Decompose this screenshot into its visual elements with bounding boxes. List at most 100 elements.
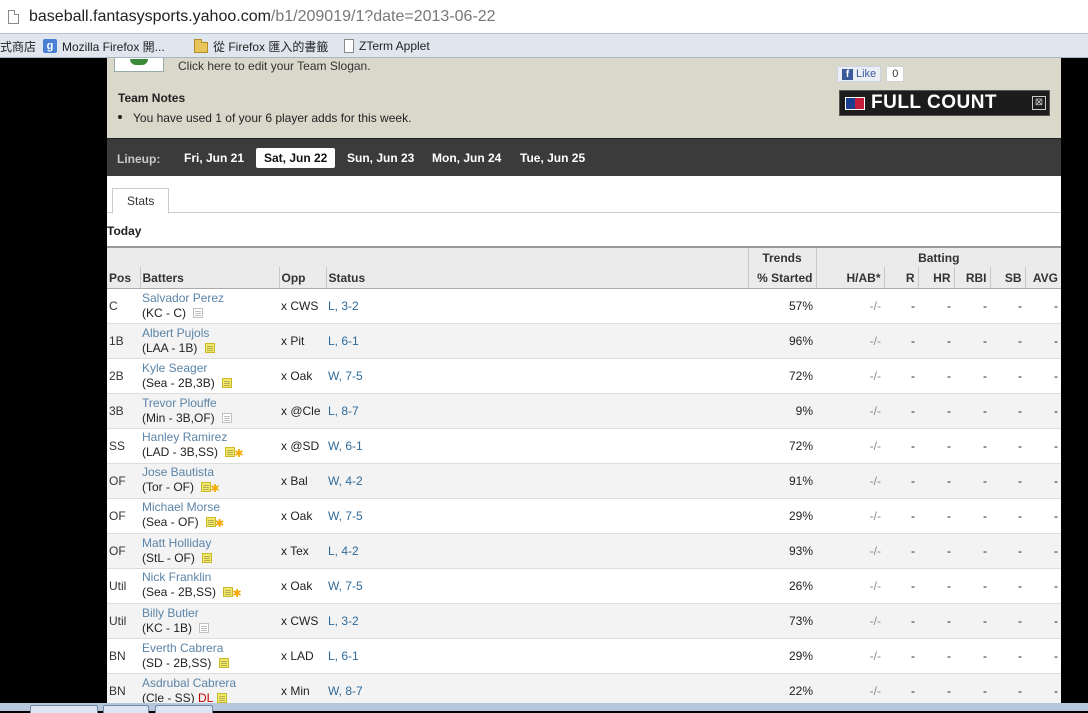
player-name-link[interactable]: Everth Cabrera xyxy=(142,641,223,655)
rbi-cell: - xyxy=(954,602,990,638)
h-ab-cell: -/- xyxy=(816,287,884,323)
game-result-link[interactable]: L, 4-2 xyxy=(328,544,359,558)
player-name-link[interactable]: Kyle Seager xyxy=(142,361,207,375)
player-name-link[interactable]: Michael Morse xyxy=(142,500,220,514)
bookmark-folder-imported[interactable]: 從 Firefox 匯入的書籤 xyxy=(194,37,328,55)
facebook-like-button[interactable]: f Like xyxy=(837,66,882,82)
player-note-icon[interactable] xyxy=(202,553,213,563)
header-rbi[interactable]: RBI xyxy=(954,267,991,289)
player-name-link[interactable]: Salvador Perez xyxy=(142,291,224,305)
close-icon[interactable]: ⊠ xyxy=(1032,96,1046,110)
bookmark-mozilla-firefox[interactable]: g Mozilla Firefox 開... xyxy=(43,37,165,55)
game-result-link[interactable]: W, 6-1 xyxy=(328,439,363,453)
facebook-like-widget: f Like 0 xyxy=(837,66,905,82)
opponent-cell: x Oak xyxy=(279,497,326,533)
lineup-day-tue-jun-25[interactable]: Tue, Jun 25 xyxy=(512,148,593,168)
sb-cell: - xyxy=(990,497,1025,533)
table-body: C Salvador Perez (KC - C) x CWS L, 3-2 57% -/… xyxy=(107,287,1061,703)
game-result-link[interactable]: W, 7-5 xyxy=(328,579,363,593)
player-name-link[interactable]: Jose Bautista xyxy=(142,465,214,479)
taskbar-button[interactable] xyxy=(155,705,213,713)
player-note-icon[interactable] xyxy=(222,413,233,423)
game-result-link[interactable]: L, 3-2 xyxy=(328,614,359,628)
player-note-icon[interactable] xyxy=(201,482,212,492)
full-count-banner[interactable]: FULL COUNT ⊠ xyxy=(839,90,1050,116)
header-hr[interactable]: HR xyxy=(918,267,955,289)
game-result-link[interactable]: W, 8-7 xyxy=(328,684,363,698)
position-cell[interactable]: 3B xyxy=(107,392,140,428)
lineup-day-sun-jun-23[interactable]: Sun, Jun 23 xyxy=(339,148,422,168)
player-cell: Kyle Seager (Sea - 2B,3B) xyxy=(140,357,279,393)
lineup-day-mon-jun-24[interactable]: Mon, Jun 24 xyxy=(424,148,509,168)
position-cell[interactable]: Util xyxy=(107,602,140,638)
header-h-ab[interactable]: H/AB* xyxy=(816,267,885,289)
player-note-icon[interactable] xyxy=(223,587,234,597)
position-cell[interactable]: 1B xyxy=(107,322,140,358)
rbi-cell: - xyxy=(954,357,990,393)
header-sb[interactable]: SB xyxy=(990,267,1026,289)
lineup-date-bar: Lineup: Fri, Jun 21 Sat, Jun 22 Sun, Jun… xyxy=(107,138,1061,176)
player-note-icon[interactable] xyxy=(204,343,215,353)
player-note-icon[interactable] xyxy=(225,447,236,457)
game-result-link[interactable]: L, 6-1 xyxy=(328,649,359,663)
player-team-position: (LAD - 3B,SS) xyxy=(142,445,219,459)
lineup-day-fri-jun-21[interactable]: Fri, Jun 21 xyxy=(176,148,252,168)
header-status[interactable]: Status xyxy=(326,267,749,289)
player-note-icon[interactable] xyxy=(217,693,228,703)
sb-cell: - xyxy=(990,567,1025,603)
header-percent-started[interactable]: % Started xyxy=(748,267,817,289)
taskbar-button[interactable] xyxy=(103,705,149,713)
position-cell[interactable]: Util xyxy=(107,567,140,603)
bookmark-zterm-applet[interactable]: ZTerm Applet xyxy=(344,37,430,55)
position-cell[interactable]: BN xyxy=(107,672,140,703)
game-result-link[interactable]: W, 7-5 xyxy=(328,369,363,383)
player-cell: Nick Franklin (Sea - 2B,SS) ✱ xyxy=(140,567,279,603)
position-cell[interactable]: 2B xyxy=(107,357,140,393)
r-cell: - xyxy=(884,322,918,358)
player-note-icon[interactable] xyxy=(199,623,210,633)
player-name-link[interactable]: Nick Franklin xyxy=(142,570,211,584)
position-cell[interactable]: OF xyxy=(107,532,140,568)
taskbar-button[interactable] xyxy=(30,705,98,713)
url-text[interactable]: baseball.fantasysports.yahoo.com/b1/2090… xyxy=(29,8,496,26)
player-cell: Trevor Plouffe (Min - 3B,OF) xyxy=(140,392,279,428)
team-logo[interactable] xyxy=(114,58,164,72)
header-batters[interactable]: Batters xyxy=(140,267,280,289)
player-name-link[interactable]: Trevor Plouffe xyxy=(142,396,217,410)
sb-cell: - xyxy=(990,672,1025,703)
address-bar[interactable]: baseball.fantasysports.yahoo.com/b1/2090… xyxy=(0,0,1088,34)
player-note-icon[interactable] xyxy=(222,378,233,388)
game-result-link[interactable]: L, 8-7 xyxy=(328,404,359,418)
lineup-day-sat-jun-22[interactable]: Sat, Jun 22 xyxy=(256,148,336,168)
header-opp[interactable]: Opp xyxy=(279,267,327,289)
player-note-icon[interactable] xyxy=(206,517,217,527)
tab-stats[interactable]: Stats xyxy=(112,188,170,214)
group-header-blank xyxy=(107,246,749,267)
player-name-link[interactable]: Albert Pujols xyxy=(142,326,209,340)
header-avg[interactable]: AVG xyxy=(1025,267,1061,289)
game-result-link[interactable]: L, 6-1 xyxy=(328,334,359,348)
position-cell[interactable]: BN xyxy=(107,637,140,673)
player-cell: Albert Pujols (LAA - 1B) xyxy=(140,322,279,358)
position-cell[interactable]: OF xyxy=(107,462,140,498)
r-cell: - xyxy=(884,392,918,428)
player-name-link[interactable]: Asdrubal Cabrera xyxy=(142,676,236,690)
percent-started-cell: 26% xyxy=(748,567,816,603)
game-result-link[interactable]: W, 7-5 xyxy=(328,509,363,523)
game-result-link[interactable]: L, 3-2 xyxy=(328,299,359,313)
header-pos[interactable]: Pos xyxy=(107,267,141,289)
bookmark-label: 式商店 xyxy=(0,39,37,54)
player-name-link[interactable]: Matt Holliday xyxy=(142,536,211,550)
player-note-icon[interactable] xyxy=(193,308,204,318)
header-r[interactable]: R xyxy=(884,267,919,289)
h-ab-cell: -/- xyxy=(816,672,884,703)
position-cell[interactable]: C xyxy=(107,287,140,323)
game-result-link[interactable]: W, 4-2 xyxy=(328,474,363,488)
player-name-link[interactable]: Billy Butler xyxy=(142,606,199,620)
player-note-icon[interactable] xyxy=(218,658,229,668)
position-cell[interactable]: OF xyxy=(107,497,140,533)
bookmark-store[interactable]: 式商店 xyxy=(0,37,36,55)
edit-team-slogan-link[interactable]: Click here to edit your Team Slogan. xyxy=(178,59,371,73)
position-cell[interactable]: SS xyxy=(107,427,140,463)
player-name-link[interactable]: Hanley Ramirez xyxy=(142,430,227,444)
